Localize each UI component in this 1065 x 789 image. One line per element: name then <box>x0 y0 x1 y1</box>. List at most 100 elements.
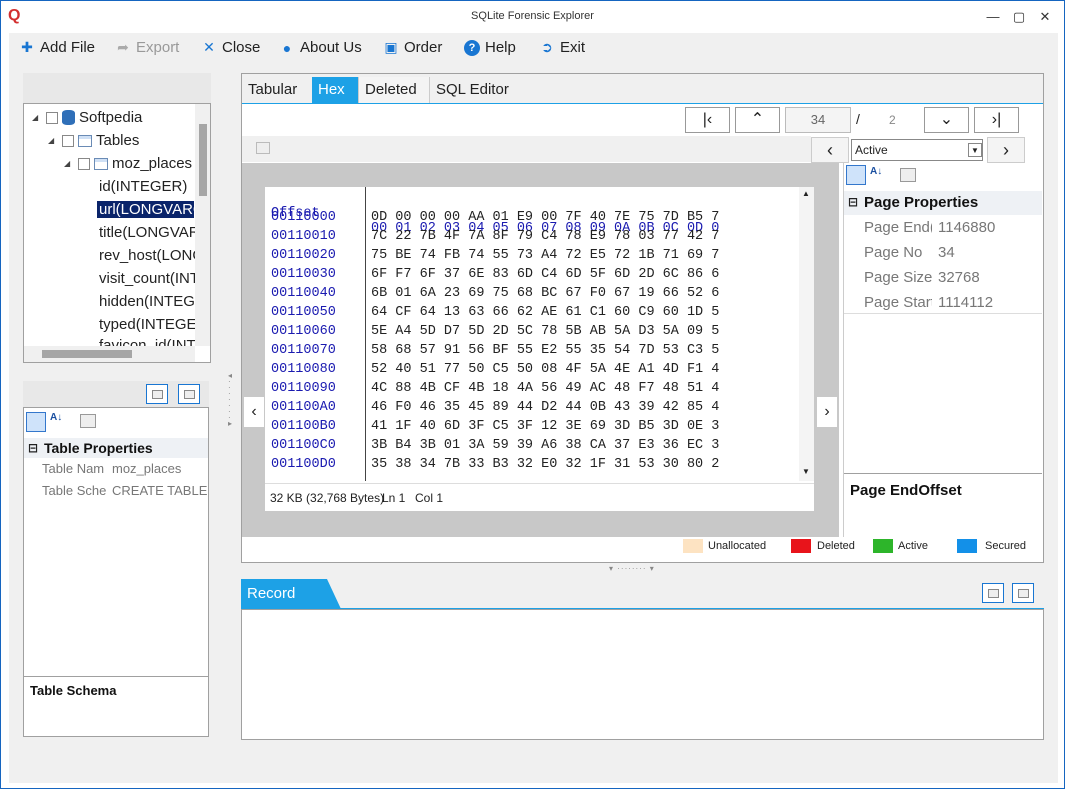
app-window: Q SQLite Forensic Explorer — ▢ ✕ ✚ Add Fi… <box>0 0 1065 789</box>
collapse-arrow-icon[interactable]: ◢ <box>48 136 58 145</box>
export-button[interactable]: ➦ Export <box>115 39 179 56</box>
collapse-arrow-icon[interactable]: ◢ <box>32 113 42 122</box>
prop-value[interactable]: moz_places <box>112 461 181 476</box>
scroll-thumb[interactable] <box>199 124 207 196</box>
table-props-toolbar <box>23 381 209 407</box>
tab-sql-editor[interactable]: SQL Editor <box>429 77 521 103</box>
tree-column-item[interactable]: id(INTEGER) <box>99 178 187 195</box>
help-icon: ? <box>464 39 480 56</box>
prop-value[interactable]: CREATE TABLE m <box>112 483 207 498</box>
table-schema-description: Table Schema <box>24 676 208 736</box>
close-button[interactable]: ✕ Close <box>201 39 260 56</box>
copy-record-button[interactable] <box>1012 583 1034 603</box>
page-prop-description: Page EndOffset <box>844 473 1042 537</box>
print-icon[interactable] <box>256 142 270 154</box>
first-page-button[interactable]: |‹ <box>685 107 730 133</box>
collapse-icon[interactable]: ⊟ <box>848 195 858 209</box>
tab-deleted[interactable]: Deleted <box>358 77 430 103</box>
exit-button[interactable]: ➲ Exit <box>539 39 585 56</box>
tree-horizontal-scrollbar[interactable] <box>24 346 195 362</box>
tree-column-item[interactable]: visit_count(INT <box>99 270 199 287</box>
export-record-button[interactable] <box>982 583 1004 603</box>
user-icon: ● <box>282 39 292 56</box>
tree-node-table[interactable]: ◢ moz_places <box>64 155 192 172</box>
page-props-category: ⊟ Page Properties <box>844 191 1042 215</box>
categorized-view-icon[interactable] <box>26 412 46 432</box>
tree-column-item[interactable]: rev_host(LONG <box>99 247 204 264</box>
status-filter-select[interactable]: Active ▼ <box>851 139 983 161</box>
property-pages-icon[interactable] <box>900 168 916 182</box>
tree-column-item[interactable]: hidden(INTEGE <box>99 293 205 310</box>
tree-column-item[interactable]: typed(INTEGER <box>99 316 207 333</box>
previous-page-button[interactable]: ⌃ <box>735 107 780 133</box>
main-toolbar: ✚ Add File ➦ Export ✕ Close ● About Us ▣ Orde… <box>9 33 1058 61</box>
prop-value[interactable]: 1146880 <box>938 219 995 236</box>
tree-node-root[interactable]: ◢ Softpedia <box>32 109 142 126</box>
scroll-up-icon[interactable]: ▲ <box>802 189 810 198</box>
tab-tabular[interactable]: Tabular <box>242 77 312 103</box>
hex-header-row: Offset 00 01 02 03 04 05 06 07 08 09 0A … <box>271 206 720 236</box>
tree-node-tables[interactable]: ◢ Tables <box>48 132 139 149</box>
tree-column-item-selected[interactable]: url(LONGVARC <box>97 201 194 218</box>
page-total: 2 <box>889 113 896 127</box>
hex-editor[interactable]: Offset 00 01 02 03 04 05 06 07 08 09 0A … <box>265 187 814 511</box>
prop-value[interactable]: 32768 <box>938 269 980 286</box>
scroll-down-icon[interactable]: ▼ <box>802 467 810 476</box>
tree-column-item[interactable]: title(LONGVAR <box>99 224 200 241</box>
offset-divider <box>365 187 366 481</box>
vertical-splitter[interactable]: ◂ · · · · · · · ▸ <box>228 372 232 428</box>
legend-label: Deleted <box>817 540 855 552</box>
chevron-down-icon[interactable]: ▼ <box>968 143 982 157</box>
property-pages-icon[interactable] <box>80 414 96 428</box>
add-file-button[interactable]: ✚ Add File <box>19 39 95 56</box>
prop-label: Page No <box>864 244 923 261</box>
hex-scroll-left-button[interactable]: ‹ <box>244 397 264 427</box>
table-icon <box>78 134 92 147</box>
legend-swatch-active <box>873 539 893 553</box>
tab-hex[interactable]: Hex <box>312 77 360 103</box>
prop-label: Table Sche <box>42 483 107 498</box>
tree-vertical-scrollbar[interactable] <box>195 104 210 346</box>
window-title: SQLite Forensic Explorer <box>471 10 594 22</box>
close-icon: ✕ <box>203 39 215 55</box>
legend-swatch-unallocated <box>683 539 703 553</box>
sort-alpha-icon[interactable]: A↓ <box>870 166 882 177</box>
next-filter-button[interactable]: › <box>987 137 1025 163</box>
legend-label: Active <box>898 540 928 552</box>
prop-value[interactable]: 1114112 <box>938 294 993 311</box>
maximize-button[interactable]: ▢ <box>1009 7 1029 27</box>
prev-filter-button[interactable]: ‹ <box>811 137 849 163</box>
horizontal-splitter[interactable]: ▾ ········ ▾ <box>609 564 655 573</box>
close-window-button[interactable]: ✕ <box>1035 7 1055 27</box>
table-props-category: ⊟ Table Properties <box>24 438 208 458</box>
minimize-button[interactable]: — <box>983 7 1003 27</box>
table-checkbox[interactable] <box>78 157 90 170</box>
prop-label: Page End( <box>864 219 932 236</box>
next-page-button[interactable]: ⌄ <box>924 107 969 133</box>
copy-props-button[interactable] <box>178 384 200 404</box>
table-icon <box>94 157 108 170</box>
root-checkbox[interactable] <box>46 111 58 124</box>
hex-scroll-right-button[interactable]: › <box>817 397 837 427</box>
legend-label: Unallocated <box>708 540 767 552</box>
legend-label: Secured <box>985 540 1026 552</box>
record-tab[interactable]: Record <box>241 579 341 609</box>
hex-toolbar <box>242 136 811 162</box>
title-bar: Q SQLite Forensic Explorer — ▢ ✕ <box>1 1 1064 33</box>
prop-value[interactable]: 34 <box>938 244 955 261</box>
record-content-panel <box>241 609 1044 740</box>
export-props-button[interactable] <box>146 384 168 404</box>
categorized-view-icon[interactable] <box>846 165 866 185</box>
tables-checkbox[interactable] <box>62 134 74 147</box>
order-button[interactable]: ▣ Order <box>383 39 442 56</box>
about-us-button[interactable]: ● About Us <box>279 39 362 56</box>
help-button[interactable]: ? Help <box>464 39 516 56</box>
collapse-icon[interactable]: ⊟ <box>28 441 38 455</box>
collapse-arrow-icon[interactable]: ◢ <box>64 159 74 168</box>
sort-alpha-icon[interactable]: A↓ <box>50 412 62 423</box>
last-page-button[interactable]: ›| <box>974 107 1019 133</box>
page-number-input[interactable]: 34 <box>785 107 851 133</box>
hex-vertical-scrollbar[interactable]: ▲ ▼ <box>799 187 814 481</box>
prop-label: Page Size <box>864 269 933 286</box>
scroll-thumb[interactable] <box>42 350 132 358</box>
